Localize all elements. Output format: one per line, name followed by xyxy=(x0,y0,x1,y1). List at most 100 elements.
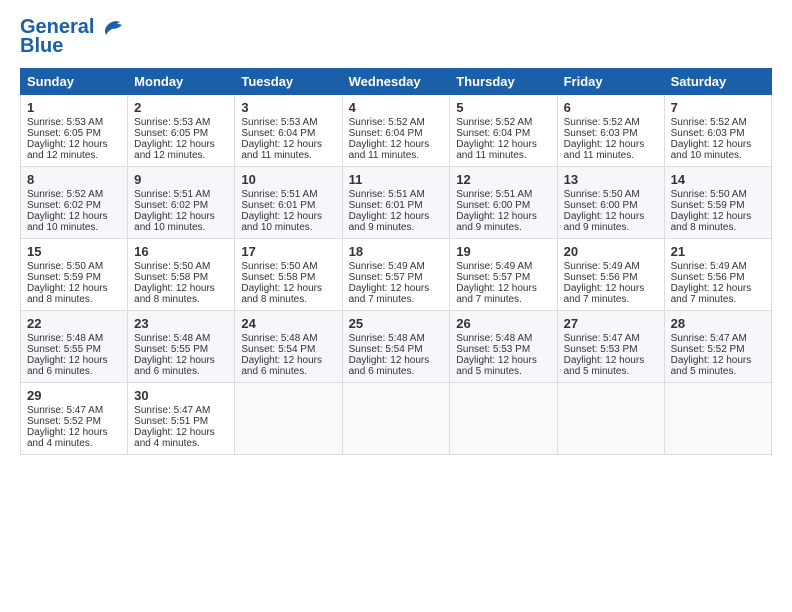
calendar-cell: 29Sunrise: 5:47 AMSunset: 5:52 PMDayligh… xyxy=(21,383,128,455)
day-number: 16 xyxy=(134,244,228,259)
daylight-text: Daylight: 12 hours and 8 minutes. xyxy=(27,283,108,305)
daylight-text: Daylight: 12 hours and 6 minutes. xyxy=(134,355,215,377)
daylight-text: Daylight: 12 hours and 10 minutes. xyxy=(241,211,322,233)
day-number: 17 xyxy=(241,244,335,259)
daylight-text: Daylight: 12 hours and 10 minutes. xyxy=(134,211,215,233)
sunset-text: Sunset: 5:53 PM xyxy=(456,344,530,355)
daylight-text: Daylight: 12 hours and 5 minutes. xyxy=(456,355,537,377)
day-number: 18 xyxy=(349,244,444,259)
sunset-text: Sunset: 5:58 PM xyxy=(241,272,315,283)
calendar-cell: 19Sunrise: 5:49 AMSunset: 5:57 PMDayligh… xyxy=(450,239,557,311)
calendar-cell: 24Sunrise: 5:48 AMSunset: 5:54 PMDayligh… xyxy=(235,311,342,383)
calendar-week-3: 15Sunrise: 5:50 AMSunset: 5:59 PMDayligh… xyxy=(21,239,772,311)
day-number: 9 xyxy=(134,172,228,187)
day-number: 28 xyxy=(671,316,765,331)
weekday-header-sunday: Sunday xyxy=(21,69,128,95)
calendar-cell: 18 Sunrise: 5:49 AMSunset: 5:57 PMDayligh… xyxy=(342,239,450,311)
sunset-text: Sunset: 6:02 PM xyxy=(27,200,101,211)
sunrise-text: Sunrise: 5:50 AM xyxy=(564,189,640,200)
weekday-header-row: SundayMondayTuesdayWednesdayThursdayFrid… xyxy=(21,69,772,95)
day-number: 6 xyxy=(564,100,658,115)
calendar-cell xyxy=(664,383,771,455)
sunrise-text: Sunrise: 5:48 AM xyxy=(349,333,425,344)
sunrise-text: Sunrise: 5:49 AM xyxy=(564,261,640,272)
sunset-text: Sunset: 6:00 PM xyxy=(564,200,638,211)
sunset-text: Sunset: 5:59 PM xyxy=(671,200,745,211)
sunset-text: Sunset: 5:56 PM xyxy=(671,272,745,283)
daylight-text: Daylight: 12 hours and 4 minutes. xyxy=(134,427,215,449)
calendar-cell: 2Sunrise: 5:53 AMSunset: 6:05 PMDaylight… xyxy=(128,95,235,167)
calendar-cell: 14Sunrise: 5:50 AMSunset: 5:59 PMDayligh… xyxy=(664,167,771,239)
sunrise-text: Sunrise: 5:48 AM xyxy=(27,333,103,344)
daylight-text: Daylight: 12 hours and 7 minutes. xyxy=(564,283,645,305)
calendar-cell: 8Sunrise: 5:52 AMSunset: 6:02 PMDaylight… xyxy=(21,167,128,239)
daylight-text: Daylight: 12 hours and 8 minutes. xyxy=(241,283,322,305)
day-number: 19 xyxy=(456,244,550,259)
sunrise-text: Sunrise: 5:48 AM xyxy=(456,333,532,344)
day-number: 25 xyxy=(349,316,444,331)
logo-blue: Blue xyxy=(20,35,63,58)
sunset-text: Sunset: 6:04 PM xyxy=(349,128,423,139)
sunset-text: Sunset: 5:56 PM xyxy=(564,272,638,283)
logo-bird-icon xyxy=(98,17,126,39)
calendar-cell: 4Sunrise: 5:52 AMSunset: 6:04 PMDaylight… xyxy=(342,95,450,167)
daylight-text: Daylight: 12 hours and 6 minutes. xyxy=(241,355,322,377)
calendar-cell: 25Sunrise: 5:48 AMSunset: 5:54 PMDayligh… xyxy=(342,311,450,383)
sunset-text: Sunset: 6:03 PM xyxy=(671,128,745,139)
sunrise-text: Sunrise: 5:52 AM xyxy=(564,117,640,128)
sunrise-text: Sunrise: 5:49 AM xyxy=(671,261,747,272)
day-number: 3 xyxy=(241,100,335,115)
sunset-text: Sunset: 6:05 PM xyxy=(134,128,208,139)
weekday-header-thursday: Thursday xyxy=(450,69,557,95)
day-number: 11 xyxy=(349,172,444,187)
sunrise-text: Sunrise: 5:47 AM xyxy=(671,333,747,344)
sunset-text: Sunset: 6:01 PM xyxy=(349,200,423,211)
sunset-text: Sunset: 5:51 PM xyxy=(134,416,208,427)
calendar-cell: 16Sunrise: 5:50 AMSunset: 5:58 PMDayligh… xyxy=(128,239,235,311)
sunset-text: Sunset: 5:57 PM xyxy=(349,272,423,283)
day-number: 29 xyxy=(27,388,121,403)
sunrise-text: Sunrise: 5:49 AM xyxy=(349,261,425,272)
calendar-cell: 3Sunrise: 5:53 AMSunset: 6:04 PMDaylight… xyxy=(235,95,342,167)
calendar-cell xyxy=(557,383,664,455)
calendar-week-4: 22Sunrise: 5:48 AMSunset: 5:55 PMDayligh… xyxy=(21,311,772,383)
calendar-cell: 9 Sunrise: 5:51 AMSunset: 6:02 PMDaylight… xyxy=(128,167,235,239)
sunset-text: Sunset: 5:55 PM xyxy=(134,344,208,355)
calendar-cell: 5Sunrise: 5:52 AMSunset: 6:04 PMDaylight… xyxy=(450,95,557,167)
day-number: 4 xyxy=(349,100,444,115)
daylight-text: Daylight: 12 hours and 10 minutes. xyxy=(671,139,752,161)
day-number: 15 xyxy=(27,244,121,259)
sunset-text: Sunset: 6:05 PM xyxy=(27,128,101,139)
daylight-text: Daylight: 12 hours and 11 minutes. xyxy=(456,139,537,161)
sunrise-text: Sunrise: 5:50 AM xyxy=(241,261,317,272)
daylight-text: Daylight: 12 hours and 7 minutes. xyxy=(671,283,752,305)
day-number: 23 xyxy=(134,316,228,331)
calendar-cell: 20 Sunrise: 5:49 AMSunset: 5:56 PMDayligh… xyxy=(557,239,664,311)
weekday-header-saturday: Saturday xyxy=(664,69,771,95)
sunrise-text: Sunrise: 5:52 AM xyxy=(27,189,103,200)
weekday-header-monday: Monday xyxy=(128,69,235,95)
calendar-cell xyxy=(342,383,450,455)
calendar-cell: 11Sunrise: 5:51 AMSunset: 6:01 PMDayligh… xyxy=(342,167,450,239)
calendar-cell: 28Sunrise: 5:47 AMSunset: 5:52 PMDayligh… xyxy=(664,311,771,383)
day-number: 10 xyxy=(241,172,335,187)
calendar-cell: 23 Sunrise: 5:48 AMSunset: 5:55 PMDayligh… xyxy=(128,311,235,383)
day-number: 8 xyxy=(27,172,121,187)
daylight-text: Daylight: 12 hours and 7 minutes. xyxy=(349,283,430,305)
daylight-text: Daylight: 12 hours and 5 minutes. xyxy=(671,355,752,377)
sunrise-text: Sunrise: 5:51 AM xyxy=(134,189,210,200)
sunrise-text: Sunrise: 5:50 AM xyxy=(27,261,103,272)
day-number: 20 xyxy=(564,244,658,259)
calendar-cell: 15Sunrise: 5:50 AMSunset: 5:59 PMDayligh… xyxy=(21,239,128,311)
sunset-text: Sunset: 6:02 PM xyxy=(134,200,208,211)
sunrise-text: Sunrise: 5:51 AM xyxy=(349,189,425,200)
day-number: 1 xyxy=(27,100,121,115)
sunrise-text: Sunrise: 5:48 AM xyxy=(134,333,210,344)
daylight-text: Daylight: 12 hours and 11 minutes. xyxy=(241,139,322,161)
sunrise-text: Sunrise: 5:51 AM xyxy=(241,189,317,200)
sunrise-text: Sunrise: 5:50 AM xyxy=(134,261,210,272)
daylight-text: Daylight: 12 hours and 8 minutes. xyxy=(671,211,752,233)
sunrise-text: Sunrise: 5:53 AM xyxy=(134,117,210,128)
sunrise-text: Sunrise: 5:47 AM xyxy=(27,405,103,416)
daylight-text: Daylight: 12 hours and 12 minutes. xyxy=(27,139,108,161)
